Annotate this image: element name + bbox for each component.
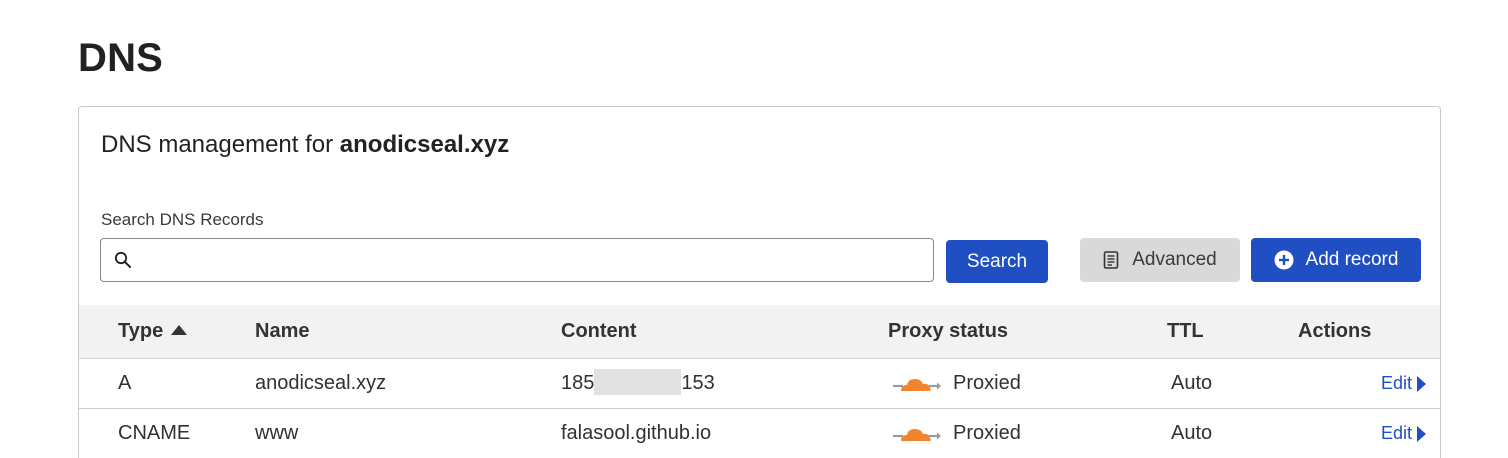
search-button-label: Search: [966, 250, 1028, 272]
proxy-status-label: Proxied: [953, 372, 1021, 394]
search-field[interactable]: [100, 238, 934, 282]
record-type: A: [118, 372, 132, 394]
proxied-cloud-icon: [893, 373, 941, 395]
record-name: www: [255, 422, 299, 444]
record-ttl: Auto: [1171, 422, 1213, 444]
advanced-button-label: Advanced: [1132, 249, 1217, 270]
proxy-status: Proxied: [888, 359, 1021, 408]
record-content: 185 153: [561, 359, 715, 408]
edit-link[interactable]: Edit: [1381, 409, 1426, 458]
dns-management-card: DNS management for anodicseal.xyz Search…: [78, 106, 1441, 458]
dns-records-table: Type Name Content Proxy status TTL Actio…: [79, 305, 1440, 458]
record-content-end: 153: [681, 372, 715, 394]
column-header-type[interactable]: Type: [118, 303, 188, 358]
redacted-block: [594, 368, 682, 395]
table-row[interactable]: CNAME www falasool.github.io Proxied Aut…: [79, 409, 1440, 458]
card-heading-prefix: DNS management for: [101, 131, 334, 158]
caret-right-icon: [1417, 375, 1426, 392]
document-icon: [1103, 251, 1119, 269]
sort-ascending-icon: [171, 303, 188, 356]
search-icon: [114, 251, 132, 269]
record-name: anodicseal.xyz: [255, 372, 387, 394]
proxy-status: Proxied: [888, 409, 1021, 458]
caret-right-icon: [1417, 425, 1426, 442]
table-header: Type Name Content Proxy status TTL Actio…: [79, 305, 1440, 359]
card-heading: DNS management for anodicseal.xyz: [101, 131, 509, 159]
column-header-ttl[interactable]: TTL: [1167, 305, 1204, 358]
column-header-proxy-status[interactable]: Proxy status: [888, 305, 1008, 358]
search-input[interactable]: [138, 240, 933, 280]
plus-circle-icon: [1274, 250, 1294, 270]
column-header-actions: Actions: [1298, 320, 1372, 342]
proxied-cloud-icon: [893, 423, 941, 445]
table-row[interactable]: A anodicseal.xyz 185 153 Proxied Auto Ed…: [79, 359, 1440, 409]
record-type: CNAME: [118, 422, 191, 444]
dns-page: DNS DNS management for anodicseal.xyz Se…: [0, 0, 1508, 458]
record-ttl: Auto: [1171, 372, 1213, 394]
column-header-content[interactable]: Content: [561, 305, 637, 358]
record-content: falasool.github.io: [561, 422, 712, 444]
add-record-button-label: Add record: [1305, 249, 1399, 270]
search-button[interactable]: Search: [946, 240, 1048, 283]
column-header-name[interactable]: Name: [255, 305, 309, 358]
proxy-status-label: Proxied: [953, 422, 1021, 444]
search-label: Search DNS Records: [101, 210, 264, 229]
record-content-start: 185: [561, 372, 595, 394]
add-record-button[interactable]: Add record: [1251, 238, 1421, 282]
advanced-button[interactable]: Advanced: [1080, 238, 1240, 282]
domain-name: anodicseal.xyz: [339, 131, 510, 158]
edit-link[interactable]: Edit: [1381, 359, 1426, 408]
page-title: DNS: [78, 36, 164, 80]
